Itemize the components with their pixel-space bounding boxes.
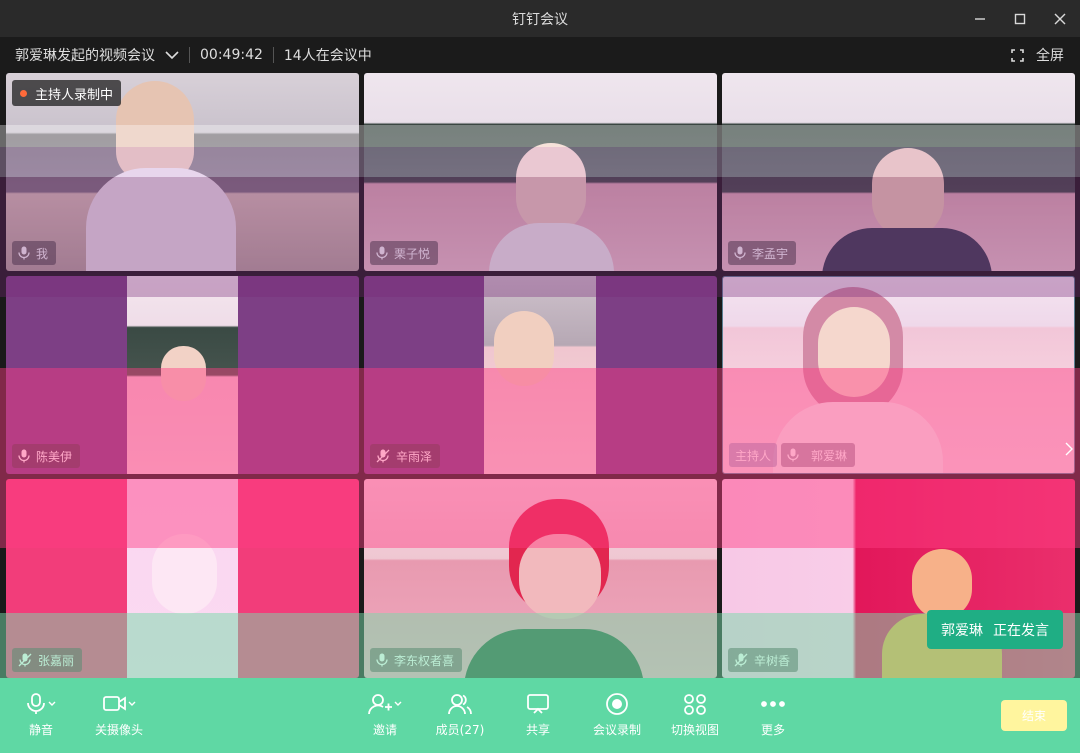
screen-share-icon bbox=[527, 694, 549, 714]
record-label: 会议录制 bbox=[592, 723, 641, 737]
switch-view-button[interactable]: 切换视图 bbox=[666, 678, 724, 753]
members-button[interactable]: 成员(27) bbox=[430, 678, 490, 753]
invite-label: 邀请 bbox=[372, 723, 397, 737]
members-label: 成员(27) bbox=[435, 723, 485, 737]
video-tile[interactable]: 李东权者喜 bbox=[364, 479, 717, 678]
meeting-window: 钉钉会议 郭爱琳发起的视频会议 00:49:42 14人在会议中 全屏 主持人录… bbox=[0, 0, 1080, 753]
more-icon bbox=[761, 701, 785, 707]
divider bbox=[272, 47, 274, 63]
participant-name: 张嘉丽 bbox=[38, 653, 75, 668]
participant-name: 我 bbox=[36, 246, 49, 261]
fullscreen-icon bbox=[1011, 48, 1024, 62]
recording-label: 主持人录制中 bbox=[35, 87, 114, 103]
video-tile[interactable]: 李孟宇 bbox=[722, 73, 1075, 271]
participant-name-chip: 郭爱琳 bbox=[781, 443, 856, 467]
participant-name: 栗子悦 bbox=[394, 246, 431, 261]
title-bar: 钉钉会议 bbox=[0, 0, 1080, 37]
grid-view-icon bbox=[684, 694, 706, 715]
add-user-icon bbox=[368, 694, 402, 715]
participant-label: 我 bbox=[12, 241, 57, 265]
elapsed-time: 00:49:42 bbox=[200, 47, 263, 63]
meeting-title-dropdown[interactable]: 郭爱琳发起的视频会议 bbox=[15, 45, 179, 65]
minimize-button[interactable] bbox=[960, 0, 1000, 37]
participant-label: 陈美伊 bbox=[12, 444, 81, 468]
microphone-icon bbox=[18, 449, 30, 463]
video-tile[interactable]: 栗子悦 bbox=[364, 73, 717, 271]
fullscreen-button[interactable]: 全屏 bbox=[1011, 37, 1064, 73]
record-icon bbox=[606, 693, 628, 715]
meeting-title: 郭爱琳发起的视频会议 bbox=[15, 48, 155, 64]
microphone-icon bbox=[18, 246, 30, 260]
microphone-icon bbox=[787, 448, 799, 462]
switch-view-label: 切换视图 bbox=[670, 723, 719, 737]
microphone-icon bbox=[27, 693, 56, 714]
more-label: 更多 bbox=[760, 723, 785, 737]
participant-label: 李东权者喜 bbox=[370, 648, 463, 672]
divider bbox=[189, 47, 190, 63]
camera-label: 关摄像头 bbox=[94, 723, 143, 737]
minimize-icon bbox=[975, 17, 985, 20]
fullscreen-label: 全屏 bbox=[1036, 48, 1064, 64]
speaker-name: 郭爱琳 bbox=[941, 622, 983, 639]
participant-label: 辛雨泽 bbox=[370, 444, 441, 468]
maximize-button[interactable] bbox=[1000, 0, 1040, 37]
share-button[interactable]: 共享 bbox=[515, 678, 561, 753]
microphone-icon bbox=[376, 246, 388, 260]
mic-muted-icon bbox=[376, 449, 390, 463]
recording-badge: 主持人录制中 bbox=[12, 80, 122, 106]
participant-count: 14人在会议中 bbox=[283, 48, 372, 64]
camera-icon bbox=[103, 696, 136, 711]
next-page-button[interactable] bbox=[1062, 429, 1076, 469]
participant-label: 辛树香 bbox=[728, 648, 799, 672]
mic-muted-icon bbox=[18, 653, 32, 667]
mute-button[interactable]: 静音 bbox=[18, 678, 64, 753]
window-title: 钉钉会议 bbox=[512, 11, 568, 28]
video-tile[interactable]: 主持人 郭爱琳 bbox=[722, 276, 1075, 474]
share-label: 共享 bbox=[525, 723, 550, 737]
participant-name: 李孟宇 bbox=[752, 246, 789, 261]
host-tag: 主持人 bbox=[729, 443, 778, 467]
participant-label: 主持人 郭爱琳 bbox=[729, 443, 856, 467]
chevron-down-icon bbox=[165, 51, 179, 60]
participant-name: 辛雨泽 bbox=[396, 449, 433, 464]
meeting-info-bar: 郭爱琳发起的视频会议 00:49:42 14人在会议中 全屏 bbox=[0, 37, 1080, 73]
record-button[interactable]: 会议录制 bbox=[588, 678, 646, 753]
maximize-icon bbox=[1014, 13, 1026, 24]
close-button[interactable] bbox=[1040, 0, 1080, 37]
mic-muted-icon bbox=[734, 653, 748, 667]
video-grid: 主持人录制中 我 栗子悦 李孟宇 陈美伊 辛雨泽 主持人 郭爱琳 张嘉丽 李东权… bbox=[0, 73, 1080, 678]
participant-name: 李东权者喜 bbox=[394, 653, 455, 668]
camera-toggle-button[interactable]: 关摄像头 bbox=[90, 678, 148, 753]
recording-dot-icon bbox=[20, 89, 27, 97]
video-tile[interactable]: 辛雨泽 bbox=[364, 276, 717, 474]
video-feed bbox=[127, 479, 238, 678]
microphone-icon bbox=[734, 246, 746, 260]
participant-label: 张嘉丽 bbox=[12, 648, 83, 672]
video-tile[interactable]: 陈美伊 bbox=[6, 276, 359, 474]
video-feed bbox=[127, 276, 238, 474]
speaking-indicator: 郭爱琳 正在发言 bbox=[927, 610, 1063, 649]
speaker-status: 正在发言 bbox=[993, 622, 1049, 639]
chevron-right-icon bbox=[1065, 442, 1073, 456]
participant-name: 陈美伊 bbox=[36, 449, 73, 464]
participant-name: 辛树香 bbox=[754, 653, 791, 668]
close-icon bbox=[1054, 13, 1066, 24]
mute-label: 静音 bbox=[28, 723, 53, 737]
microphone-icon bbox=[376, 653, 388, 667]
video-tile[interactable]: 张嘉丽 bbox=[6, 479, 359, 678]
bottom-toolbar: 静音 关摄像头 邀请 成员(27) 共享 会议录制 切换视图 更多 结束 bbox=[0, 678, 1080, 753]
participant-name: 郭爱琳 bbox=[811, 448, 848, 463]
video-feed bbox=[484, 276, 596, 474]
members-icon bbox=[448, 694, 472, 715]
participant-label: 栗子悦 bbox=[370, 241, 439, 265]
window-controls bbox=[960, 0, 1080, 37]
participant-label: 李孟宇 bbox=[728, 241, 797, 265]
invite-button[interactable]: 邀请 bbox=[362, 678, 408, 753]
more-button[interactable]: 更多 bbox=[752, 678, 794, 753]
end-meeting-button[interactable]: 结束 bbox=[1001, 700, 1067, 731]
